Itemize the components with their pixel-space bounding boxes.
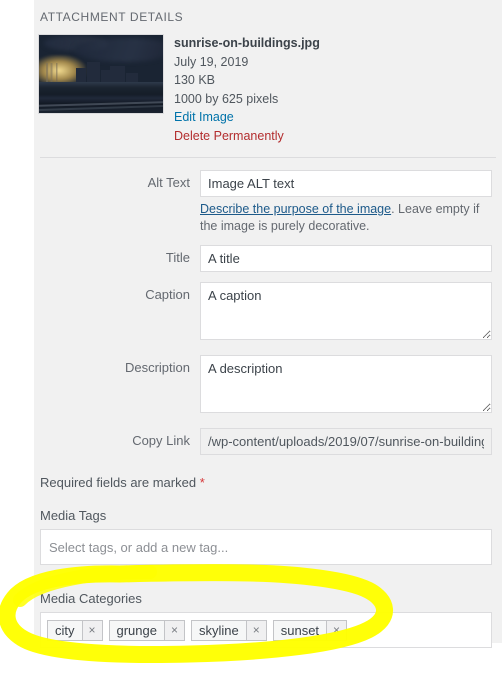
media-info-block: sunrise-on-buildings.jpg July 19, 2019 1… [34,26,502,145]
attachment-date: July 19, 2019 [174,54,249,69]
media-metadata: sunrise-on-buildings.jpg July 19, 2019 1… [164,34,320,145]
category-chip-label: sunset [280,622,320,638]
alt-text-label: Alt Text [147,175,190,190]
media-categories-field[interactable]: city × grunge × skyline × sunset × [40,612,492,648]
category-chip-label: skyline [198,622,239,638]
required-fields-text: Required fields are marked [40,475,200,490]
category-chip[interactable]: sunset × [272,619,348,641]
copy-link-input[interactable] [200,428,492,455]
panel-title: ATTACHMENT DETAILS [40,10,184,24]
copy-link-label: Copy Link [132,433,190,448]
field-row-copy-link: Copy Link [40,428,492,455]
caption-label: Caption [145,287,190,302]
caption-textarea[interactable] [200,282,492,340]
thumbnail-road [39,81,163,113]
media-tags-field[interactable]: Select tags, or add a new tag... [40,529,492,565]
required-fields-note: Required fields are marked * [40,475,492,490]
alt-text-input[interactable] [200,170,492,197]
category-chip-remove-icon[interactable]: × [163,620,184,640]
required-asterisk: * [199,475,205,490]
attachment-details-panel: ATTACHMENT DETAILS sunrise-on-buildings.… [34,0,502,648]
thumbnail-trees [46,63,79,84]
taxonomy-section: Required fields are marked * Media Tags … [34,465,502,648]
field-row-title: Title [40,245,492,272]
delete-permanently-link[interactable]: Delete Permanently [174,129,284,143]
attachment-thumbnail[interactable] [38,34,164,114]
category-chip-remove-icon[interactable]: × [326,620,347,640]
attachment-form: Alt Text Describe the purpose of the ima… [34,158,502,455]
media-categories-label: Media Categories [40,591,142,606]
category-chip-label: grunge [116,622,157,638]
field-row-description: Description [40,355,492,418]
description-textarea[interactable] [200,355,492,413]
category-chip[interactable]: skyline × [190,619,267,641]
field-row-caption: Caption [40,282,492,345]
title-label: Title [165,250,190,265]
thumbnail-cloud-main [73,38,163,62]
category-chip-remove-icon[interactable]: × [81,620,102,640]
field-row-alt-text: Alt Text Describe the purpose of the ima… [40,170,492,235]
category-chip[interactable]: grunge × [108,619,185,641]
alt-text-helper: Describe the purpose of the image. Leave… [200,201,492,235]
attachment-filename: sunrise-on-buildings.jpg [174,36,320,50]
category-chip-remove-icon[interactable]: × [245,620,266,640]
attachment-filesize: 130 KB [174,73,216,87]
media-tags-label: Media Tags [40,508,107,523]
describe-purpose-link[interactable]: Describe the purpose of the image [200,202,391,216]
title-input[interactable] [200,245,492,272]
description-label: Description [124,360,190,375]
media-tags-placeholder: Select tags, or add a new tag... [49,539,229,555]
edit-image-link[interactable]: Edit Image [174,110,234,124]
attachment-dimensions: 1000 by 625 pixels [174,91,279,106]
category-chip-label: city [55,622,75,638]
category-chip[interactable]: city × [47,619,103,641]
